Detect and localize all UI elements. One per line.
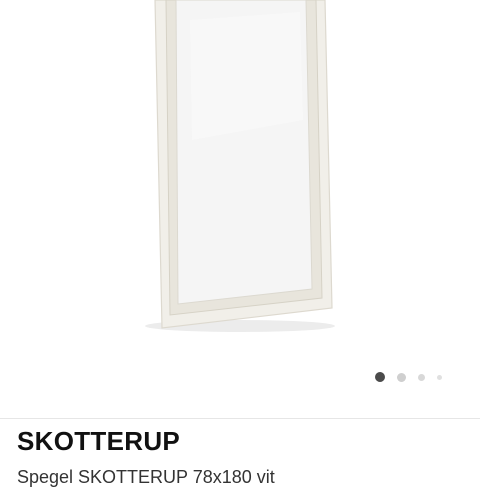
product-title: SKOTTERUP [17,426,181,456]
gallery-pagination[interactable] [375,371,454,383]
section-divider [0,418,480,419]
product-description: Spegel SKOTTERUP 78x180 vit [17,467,275,487]
product-image-gallery[interactable] [0,0,480,418]
pagination-dot[interactable] [418,373,425,381]
pagination-dot[interactable] [397,372,406,382]
mirror-image [145,0,335,332]
pagination-dot-active[interactable] [375,372,385,382]
pagination-dot[interactable] [437,374,442,380]
